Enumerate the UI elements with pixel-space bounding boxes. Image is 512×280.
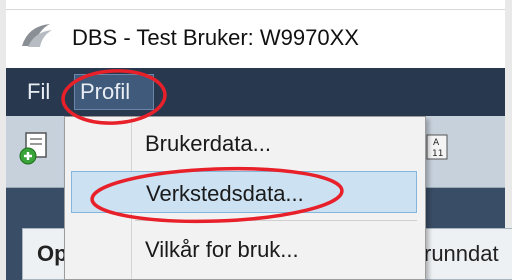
window-top-frame [0, 0, 512, 10]
document-add-icon[interactable] [18, 131, 50, 165]
menu-profil[interactable]: Profil [80, 79, 130, 105]
tab-grunndata[interactable]: runndat [415, 228, 512, 280]
menu-item-verkstedsdata-label: Verkstedsdata... [146, 181, 304, 206]
menu-item-brukerdata[interactable]: Brukerdata... [65, 121, 425, 165]
menu-item-vilkar[interactable]: Vilkår for bruk... [65, 227, 425, 271]
tab-grunndata-label: runndat [424, 241, 499, 266]
menu-item-vilkar-label: Vilkår for bruk... [145, 237, 299, 262]
menu-item-brukerdata-label: Brukerdata... [145, 131, 271, 156]
profil-dropdown-menu: Brukerdata... Verkstedsdata... Vilkår fo… [64, 116, 426, 280]
sort-icon[interactable]: A 11 [426, 134, 448, 160]
tab-op-label: Op [37, 241, 68, 266]
menu-bar: Fil Profil [6, 68, 505, 116]
menu-separator [135, 220, 417, 221]
svg-text:11: 11 [432, 149, 443, 159]
app-logo-icon [22, 24, 52, 47]
window-title: DBS - Test Bruker: W9970XX [72, 25, 359, 50]
menu-item-verkstedsdata[interactable]: Verkstedsdata... [71, 171, 417, 213]
menu-fil[interactable]: Fil [27, 79, 50, 105]
svg-text:A: A [433, 138, 440, 148]
